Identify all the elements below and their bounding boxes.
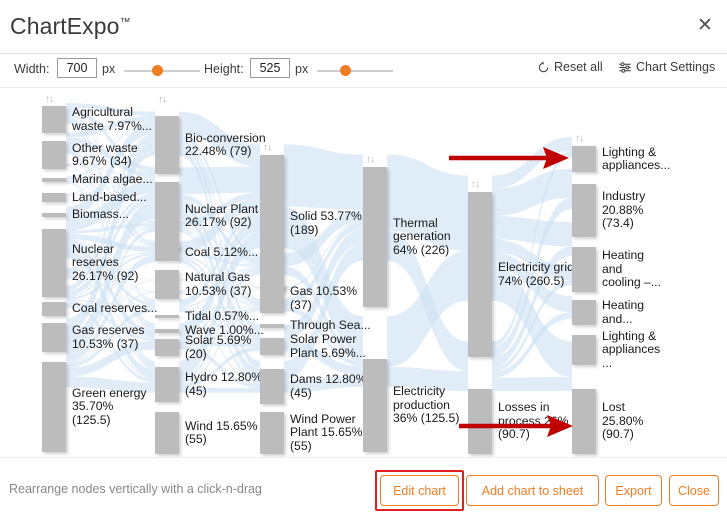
- width-unit-label: px: [102, 62, 116, 76]
- dialog-footer: Rearrange nodes vertically with a click-…: [0, 457, 727, 524]
- arrow-to-lighting-appliances: [449, 147, 569, 169]
- add-chart-to-sheet-button[interactable]: Add chart to sheet: [466, 475, 599, 506]
- height-label: Height:: [204, 62, 244, 76]
- edit-chart-button[interactable]: Edit chart: [380, 475, 459, 506]
- dialog-titlebar: ChartExpo™ ✕: [0, 0, 727, 54]
- height-slider[interactable]: [317, 70, 393, 72]
- reset-all-button[interactable]: Reset all: [537, 60, 603, 74]
- reset-icon: [538, 60, 549, 72]
- width-label: Width:: [14, 62, 50, 76]
- height-slider-knob[interactable]: [340, 65, 351, 76]
- chart-settings-button[interactable]: Chart Settings: [618, 60, 715, 74]
- arrow-to-lost: [459, 415, 573, 437]
- trademark-symbol: ™: [119, 16, 131, 29]
- height-input[interactable]: [250, 58, 290, 78]
- drag-hint-text: Rearrange nodes vertically with a click-…: [9, 482, 262, 496]
- page-title: ChartExpo™: [10, 13, 131, 40]
- reset-all-label: Reset all: [554, 60, 603, 74]
- annotation-arrows: [449, 147, 573, 437]
- chartexpo-dialog: ChartExpo™ ✕ Width: px Height: px Reset …: [0, 0, 727, 524]
- app-title-text: ChartExpo: [10, 13, 120, 39]
- width-slider-knob[interactable]: [152, 65, 163, 76]
- chart-settings-label: Chart Settings: [636, 60, 716, 74]
- export-button[interactable]: Export: [605, 475, 662, 506]
- close-icon[interactable]: ✕: [692, 13, 718, 39]
- width-input[interactable]: [57, 58, 97, 78]
- height-unit-label: px: [295, 62, 309, 76]
- sliders-icon: [619, 61, 631, 73]
- size-toolbar: Width: px Height: px Reset all: [0, 54, 727, 88]
- close-button[interactable]: Close: [669, 475, 719, 506]
- sankey-chart-canvas[interactable]: ↑↓ ↑↓ ↑↓ ↑↓ ↑↓ ↑↓ Agricultural waste 7.97%... O…: [0, 88, 727, 457]
